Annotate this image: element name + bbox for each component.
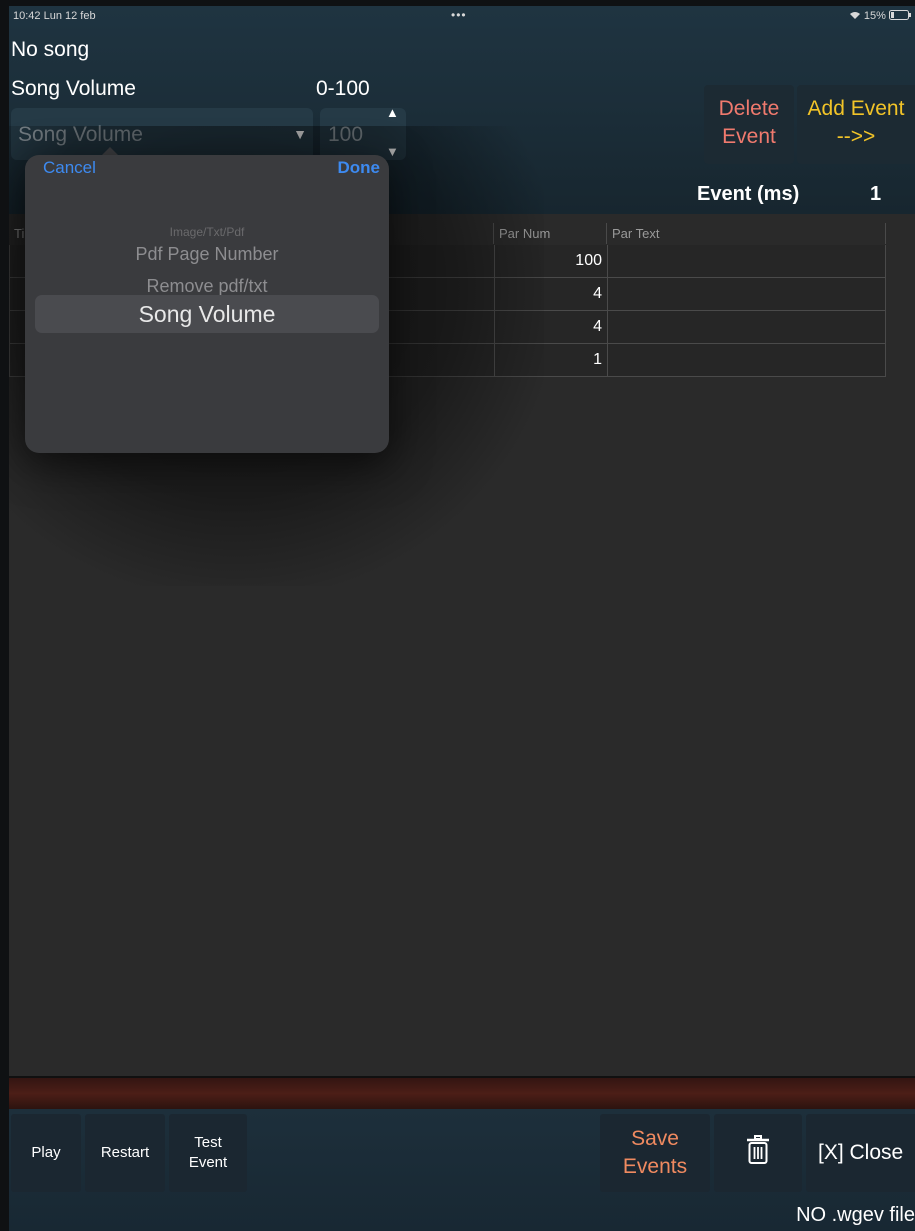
- test-event-label-1: Test: [194, 1134, 222, 1151]
- restart-button[interactable]: Restart: [85, 1114, 165, 1192]
- transport-progress-bar[interactable]: [9, 1076, 915, 1109]
- table-cell-par-text: [607, 344, 886, 377]
- app-screen: 10:42 Lun 12 feb ••• 15% No song Song Vo…: [9, 6, 915, 1231]
- table-cell-par-text: [607, 278, 886, 311]
- bottom-toolbar: Play Restart Test Event Save Events [X] …: [9, 1109, 915, 1231]
- trash-button[interactable]: [714, 1114, 802, 1192]
- table-cell-par-text: [607, 311, 886, 344]
- delete-event-label-2: Event: [722, 125, 776, 148]
- play-button[interactable]: Play: [11, 1114, 81, 1192]
- event-type-select[interactable]: Song Volume ▼: [11, 108, 313, 160]
- picker-option-faded[interactable]: Image/Txt/Pdf: [25, 225, 389, 239]
- add-event-label-2: -->>: [836, 125, 876, 148]
- add-event-button[interactable]: Add Event -->>: [797, 85, 915, 164]
- picker-option-song-volume[interactable]: Song Volume: [25, 301, 389, 328]
- parameter-range: 0-100: [316, 77, 370, 100]
- event-type-select-value: Song Volume: [18, 123, 143, 146]
- save-events-label-2: Events: [622, 1155, 688, 1178]
- test-event-label-2: Event: [188, 1154, 228, 1171]
- save-events-button[interactable]: Save Events: [600, 1114, 710, 1192]
- delete-event-label-1: Delete: [718, 97, 780, 120]
- picker-option-remove-pdf-txt[interactable]: Remove pdf/txt: [25, 276, 389, 297]
- restart-label: Restart: [100, 1144, 150, 1161]
- column-header-par-num: Par Num: [494, 223, 607, 244]
- table-cell-par-num: 4: [494, 278, 608, 311]
- save-events-label-1: Save: [631, 1127, 679, 1150]
- close-button[interactable]: [X] Close: [806, 1114, 915, 1192]
- delete-event-button[interactable]: Delete Event: [704, 85, 794, 164]
- stepper-up-icon[interactable]: ▲: [386, 105, 399, 120]
- event-ms-label: Event (ms): [697, 183, 800, 205]
- status-indicators: 15%: [849, 10, 911, 22]
- picker-cancel-button[interactable]: Cancel: [43, 158, 96, 178]
- status-bar: 10:42 Lun 12 feb ••• 15%: [9, 6, 915, 28]
- battery-icon: [889, 10, 911, 22]
- parameter-label: Song Volume: [11, 77, 136, 100]
- trash-icon: [746, 1135, 770, 1171]
- table-cell-par-text: [607, 245, 886, 278]
- song-title: No song: [11, 38, 90, 61]
- table-cell-par-num: 4: [494, 311, 608, 344]
- chevron-down-icon: ▼: [293, 126, 307, 142]
- picker-done-button[interactable]: Done: [338, 158, 381, 178]
- test-event-button[interactable]: Test Event: [169, 1114, 247, 1192]
- table-cell-par-num: 100: [494, 245, 608, 278]
- picker-option-pdf-page-number[interactable]: Pdf Page Number: [25, 244, 389, 265]
- battery-percent: 15%: [863, 10, 886, 22]
- play-label: Play: [31, 1144, 61, 1161]
- wifi-icon: [849, 10, 864, 22]
- event-type-picker-popover: Cancel Done Image/Txt/Pdf Pdf Page Numbe…: [25, 155, 389, 453]
- column-header-par-text: Par Text: [607, 223, 886, 244]
- stepper-down-icon[interactable]: ▼: [386, 144, 399, 159]
- status-time: 10:42 Lun 12 feb: [13, 10, 96, 22]
- multitask-dots-icon[interactable]: •••: [451, 8, 467, 22]
- close-label: [X] Close: [818, 1141, 904, 1164]
- table-cell-par-num: 1: [494, 344, 608, 377]
- parameter-value-text: 100: [328, 123, 364, 146]
- device-frame: 10:42 Lun 12 feb ••• 15% No song Song Vo…: [0, 0, 915, 1231]
- file-status: NO .wgev file: [796, 1204, 915, 1226]
- add-event-label-1: Add Event: [807, 97, 905, 120]
- event-ms-value: 1: [870, 183, 882, 205]
